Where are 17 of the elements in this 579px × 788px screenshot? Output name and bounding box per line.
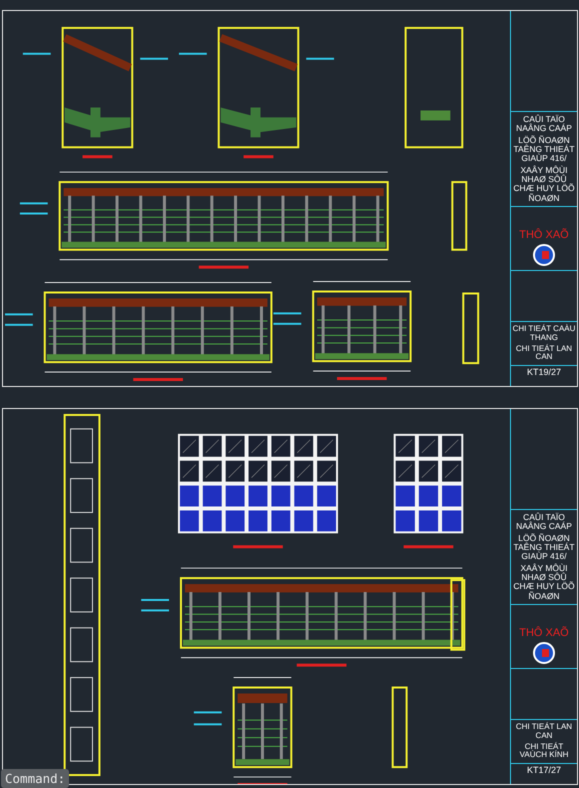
designer-name: THÔ XAÕ [519, 627, 569, 640]
sheet-number: KT17/27 [526, 765, 562, 776]
project-title: CAÛI TAÏO NAÂNG CAÁP [515, 513, 573, 532]
drawing-title: CHI TIEÁT LAN CAN [514, 722, 574, 741]
project-title: XAÂY MÔÙI NHAØ SÔÛ CHÆ HUY LÖÕ ÑOAØN [512, 166, 576, 204]
emblem-icon [533, 244, 555, 266]
drawing-title: CHI TIEÁT VAÙCH KÍNH [518, 742, 570, 760]
drawing-title: CHI TIEÁT CAÀU THANG [512, 324, 576, 343]
command-prompt[interactable]: Command: [1, 769, 70, 788]
project-title: XAÂY MÔÙI NHAØ SÔÛ CHÆ HUY LÖÕ ÑOAØN [512, 564, 576, 602]
emblem-icon [533, 642, 555, 664]
sheet-number: KT19/27 [526, 367, 562, 378]
project-title: CAÛI TAÏO NAÂNG CAÁP [515, 115, 573, 134]
project-title: LÖÕ ÑOAØN TAÊNG THIEÁT GIAÙP 416/ [512, 136, 576, 164]
designer-name: THÔ XAÕ [519, 229, 569, 242]
project-title: LÖÕ ÑOAØN TAÊNG THIEÁT GIAÙP 416/ [512, 534, 576, 562]
drawing-title: CHI TIEÁT LAN CAN [514, 344, 574, 362]
